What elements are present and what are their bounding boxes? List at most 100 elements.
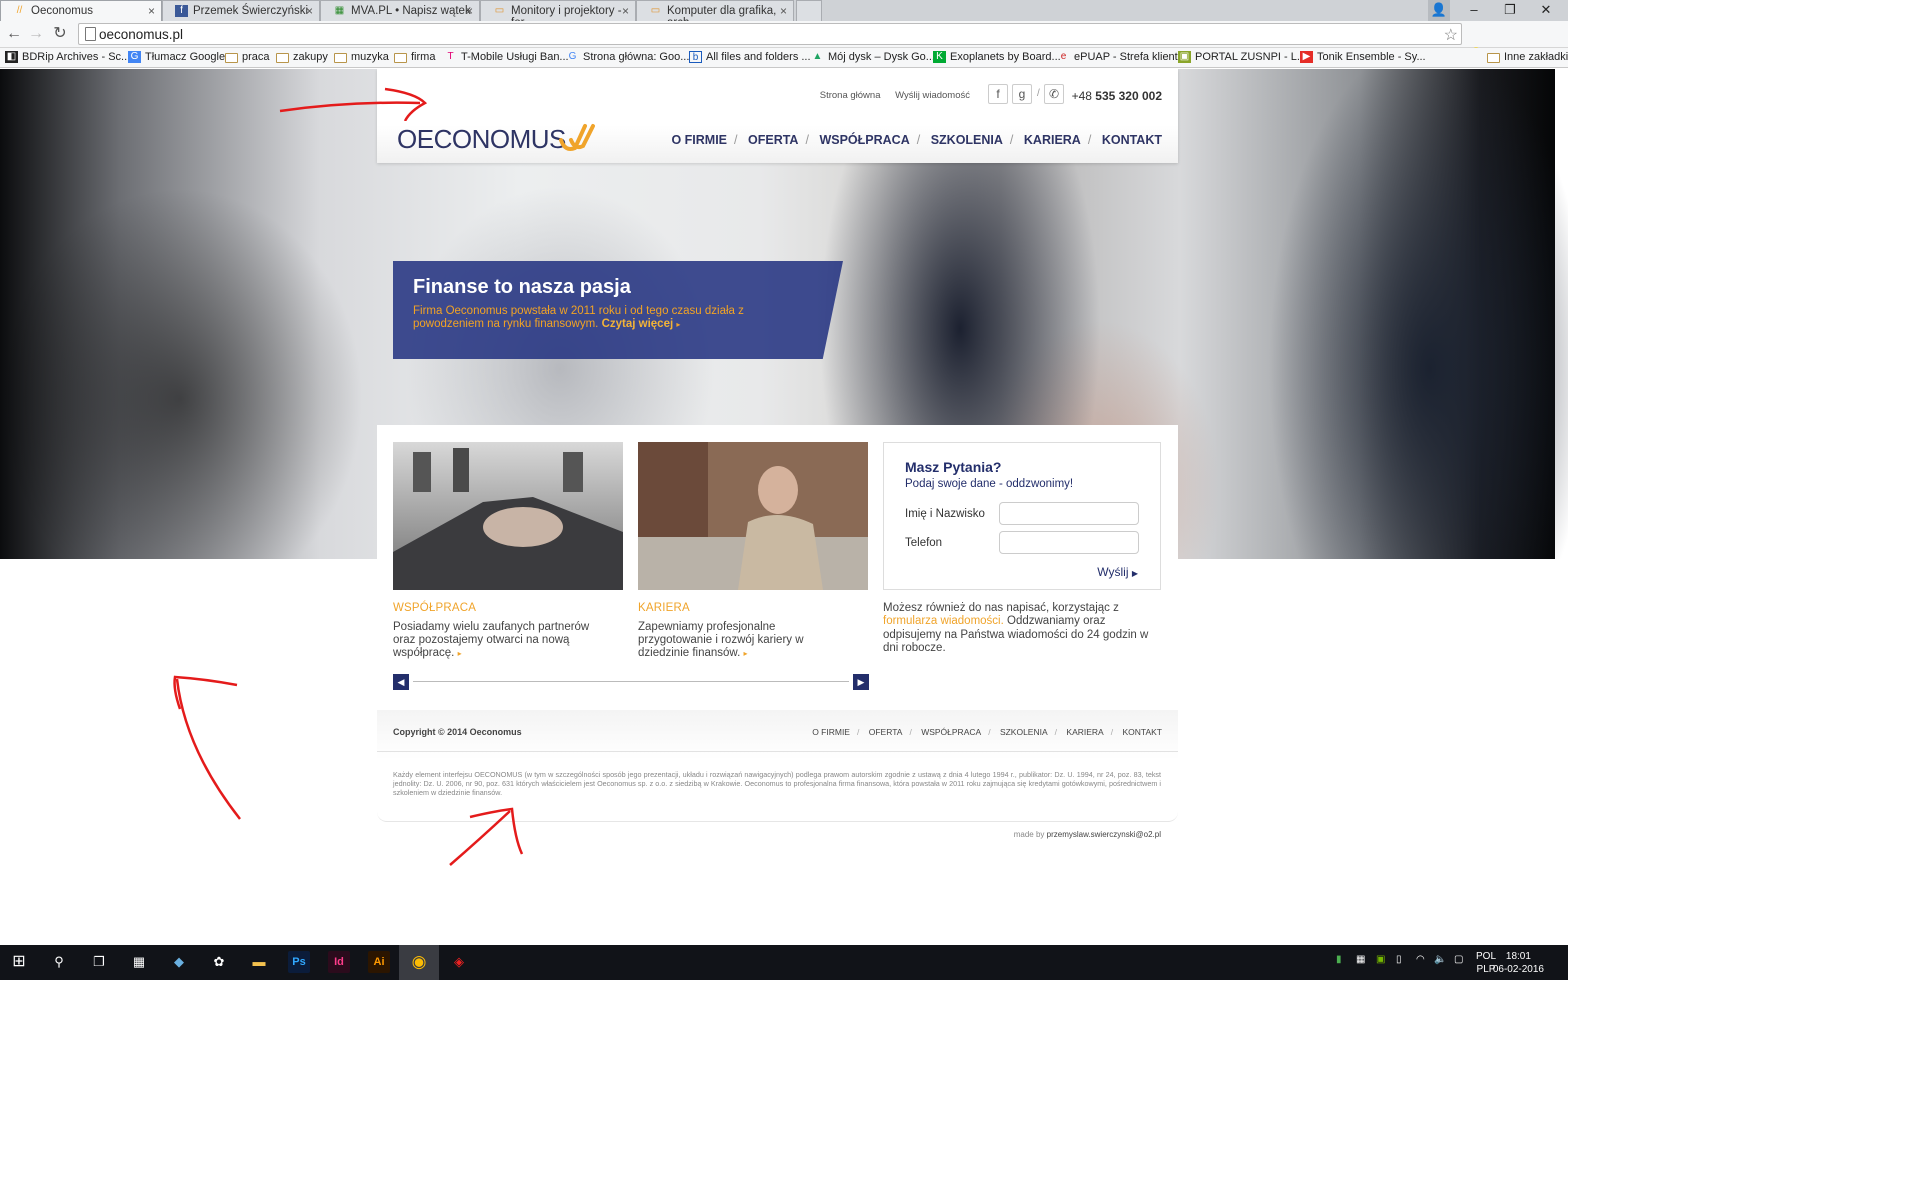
bookmark-item[interactable]: Inne zakładki — [1487, 51, 1568, 63]
phone-number[interactable]: +48 535 320 002 — [1072, 89, 1162, 103]
name-input[interactable] — [999, 502, 1139, 525]
footer-nav-oferta[interactable]: OFERTA — [869, 727, 903, 737]
legal-notice: Każdy element interfejsu OECONOMUS (w ty… — [393, 770, 1161, 797]
bookmark-star-icon[interactable]: ☆ — [1444, 25, 1458, 45]
card-title-kariera[interactable]: KARIERA — [638, 602, 690, 614]
content-section: WSPÓŁPRACA Posiadamy wielu zaufanych par… — [377, 425, 1178, 715]
separator: / — [916, 133, 921, 147]
top-links: Strona główna Wyślij wiadomość — [808, 90, 970, 101]
phone-input[interactable] — [999, 531, 1139, 554]
nvidia-icon[interactable]: ▣ — [1376, 954, 1385, 965]
bookmark-item[interactable]: ▶ Tonik Ensemble - Sy... — [1300, 51, 1426, 63]
submit-button[interactable]: Wyślij ▶ — [1097, 565, 1138, 579]
contact-form-link[interactable]: formularza wiadomości — [883, 615, 1001, 627]
google-plus-icon[interactable]: g — [1012, 84, 1032, 104]
footer-nav-wspolpraca[interactable]: WSPÓŁPRACA — [921, 727, 981, 737]
app-icon[interactable]: ◆ — [168, 951, 190, 973]
tab-mva[interactable]: ▦ MVA.PL • Napisz wątek × — [320, 0, 480, 21]
carousel-track — [413, 681, 849, 682]
phone-label: Telefon — [905, 537, 943, 549]
nav-oferta[interactable]: OFERTA — [748, 133, 798, 147]
bookmark-item[interactable]: ▲ Mój dysk – Dysk Go... — [811, 51, 935, 63]
bookmark-item[interactable]: e ePUAP - Strefa klienta — [1057, 51, 1184, 63]
folder-icon — [1487, 53, 1500, 63]
footer-nav-kontakt[interactable]: KONTAKT — [1122, 727, 1162, 737]
card-title-wspolpraca[interactable]: WSPÓŁPRACA — [393, 602, 476, 614]
clock[interactable]: 18:01 06-02-2016 — [1493, 950, 1544, 976]
tab-oeconomus[interactable]: // Oeconomus × — [0, 0, 162, 21]
bookmark-item[interactable]: G Strona główna: Goo... — [566, 51, 690, 63]
illustrator-icon[interactable]: Ai — [368, 951, 390, 973]
nav-o-firmie[interactable]: O FIRMIE — [671, 133, 727, 147]
zus-icon: ▣ — [1178, 51, 1191, 63]
mva-icon: ▦ — [334, 5, 345, 16]
search-icon[interactable]: ⚲ — [48, 951, 70, 973]
close-icon[interactable]: × — [306, 4, 313, 18]
close-window-button[interactable]: ✕ — [1528, 0, 1564, 21]
file-explorer-icon[interactable]: ▬ — [248, 951, 270, 973]
site-logo[interactable]: OECONOMUS — [397, 124, 566, 155]
prev-arrow-icon[interactable]: ◀ — [393, 674, 409, 690]
site-footer: Copyright © 2014 Oeconomus O FIRMIE / OFE… — [377, 710, 1178, 822]
indesign-icon[interactable]: Id — [328, 951, 350, 973]
phone-icon[interactable]: ✆ — [1044, 84, 1064, 104]
footer-nav-kariera[interactable]: KARIERA — [1066, 727, 1103, 737]
bookmark-item[interactable]: firma — [394, 51, 435, 63]
bookmark-item[interactable]: zakupy — [276, 51, 328, 63]
close-icon[interactable]: × — [466, 4, 473, 18]
bookmark-item[interactable]: T T-Mobile Usługi Ban... — [444, 51, 568, 63]
web-page: Strona główna Wyślij wiadomość f g / ✆ +… — [0, 69, 1568, 945]
tray-icon[interactable]: ▮ — [1336, 954, 1342, 965]
footer-nav-o-firmie[interactable]: O FIRMIE — [812, 727, 850, 737]
chrome-icon[interactable]: ◉ — [408, 951, 430, 973]
bookmark-item[interactable]: muzyka — [334, 51, 389, 63]
battery-icon[interactable]: ▯ — [1396, 954, 1402, 965]
windows-start-icon[interactable]: ⊞ — [8, 951, 30, 973]
read-more-link[interactable]: Czytaj więcej — [602, 318, 674, 330]
app-icon-2[interactable]: ✿ — [208, 951, 230, 973]
nav-kariera[interactable]: KARIERA — [1024, 133, 1081, 147]
minimize-button[interactable]: – — [1456, 0, 1492, 21]
nav-szkolenia[interactable]: SZKOLENIA — [931, 133, 1003, 147]
bookmark-item[interactable]: b All files and folders ... — [689, 51, 811, 63]
close-icon[interactable]: × — [148, 4, 155, 18]
author-email-link[interactable]: przemyslaw.swierczynski@o2.pl — [1047, 830, 1161, 839]
profile-icon[interactable]: 👤 — [1428, 0, 1450, 21]
calculator-icon[interactable]: ▦ — [128, 951, 150, 973]
bookmark-item[interactable]: ◧ BDRip Archives - Sc... — [5, 51, 130, 63]
footer-nav-szkolenia[interactable]: SZKOLENIA — [1000, 727, 1048, 737]
nav-wspolpraca[interactable]: WSPÓŁPRACA — [819, 133, 909, 147]
bookmark-item[interactable]: K Exoplanets by Board... — [933, 51, 1061, 63]
tab-komputer[interactable]: ▭ Komputer dla grafika, arch × — [636, 0, 794, 29]
next-arrow-icon[interactable]: ▶ — [853, 674, 869, 690]
nav-kontakt[interactable]: KONTAKT — [1102, 133, 1162, 147]
task-view-icon[interactable]: ❐ — [88, 951, 110, 973]
app-icon-3[interactable]: ◈ — [448, 951, 470, 973]
bookmark-item[interactable]: ▣ PORTAL ZUSNPI - L... — [1178, 51, 1306, 63]
tray-icon-2[interactable]: ▦ — [1356, 954, 1365, 965]
restore-button[interactable]: ❐ — [1492, 0, 1528, 21]
new-tab-button[interactable] — [796, 0, 822, 21]
wifi-icon[interactable]: ◠ — [1416, 954, 1425, 965]
tab-monitory[interactable]: ▭ Monitory i projektory - for × — [480, 0, 636, 29]
bookmark-item[interactable]: G Tłumacz Google — [128, 51, 225, 63]
notification-icon[interactable]: ▢ — [1454, 954, 1463, 965]
photoshop-icon[interactable]: Ps — [288, 951, 310, 973]
footer-nav: O FIRMIE / OFERTA / WSPÓŁPRACA / SZKOLENIA /… — [812, 727, 1162, 737]
facebook-icon[interactable]: f — [988, 84, 1008, 104]
address-bar[interactable]: oeconomus.pl ☆ — [78, 23, 1462, 45]
folder-icon — [334, 53, 347, 63]
arrow-right-icon[interactable]: ▸ — [458, 649, 462, 658]
volume-icon[interactable]: 🔈 — [1434, 954, 1446, 965]
close-icon[interactable]: × — [780, 4, 787, 18]
forward-button[interactable]: → — [26, 25, 46, 43]
reload-button[interactable]: ↻ — [50, 25, 70, 43]
home-link[interactable]: Strona główna — [820, 90, 881, 101]
send-message-link[interactable]: Wyślij wiadomość — [895, 90, 970, 101]
form-subtitle: Podaj swoje dane - oddzwonimy! — [905, 478, 1074, 490]
bookmark-item[interactable]: praca — [225, 51, 270, 63]
tab-facebook[interactable]: f Przemek Świerczyński × — [162, 0, 320, 21]
close-icon[interactable]: × — [622, 4, 629, 18]
arrow-right-icon[interactable]: ▸ — [744, 649, 748, 658]
back-button[interactable]: ← — [4, 25, 24, 43]
